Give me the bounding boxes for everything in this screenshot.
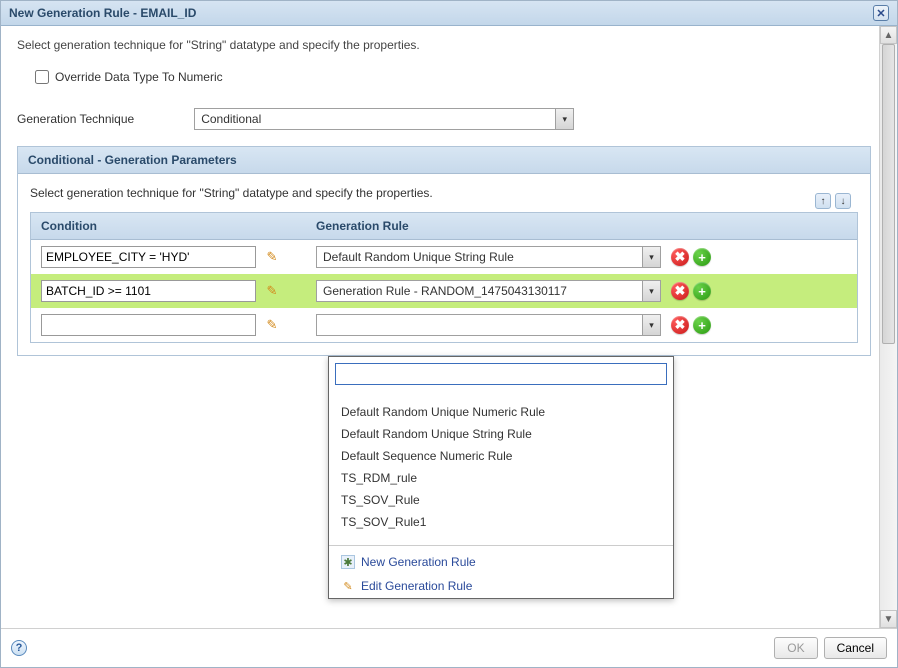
override-label: Override Data Type To Numeric — [55, 70, 223, 84]
override-row: Override Data Type To Numeric — [35, 70, 871, 84]
dropdown-option[interactable]: Default Random Unique Numeric Rule — [329, 401, 673, 423]
vertical-scrollbar[interactable]: ▲ ▼ — [879, 26, 897, 628]
table-row: ✎ Default Random Unique String Rule ▾ ✖ … — [31, 240, 857, 274]
col-condition-header: Condition — [41, 219, 316, 233]
rule-select[interactable]: ▾ — [316, 314, 661, 336]
row-actions: ✖ + — [671, 316, 711, 334]
dropdown-option[interactable]: Default Sequence Numeric Rule — [329, 445, 673, 467]
delete-row-button[interactable]: ✖ — [671, 282, 689, 300]
scroll-up-icon[interactable]: ▲ — [880, 26, 897, 44]
dropdown-options-list: Default Random Unique Numeric Rule Defau… — [329, 391, 673, 541]
help-button[interactable]: ? — [11, 640, 27, 656]
condition-input[interactable] — [41, 280, 256, 302]
chevron-down-icon: ▾ — [555, 109, 573, 129]
table-header: Condition Generation Rule — [31, 213, 857, 240]
dropdown-search-input[interactable] — [335, 363, 667, 385]
panel-title: Conditional - Generation Parameters — [18, 147, 870, 174]
condition-input[interactable] — [41, 314, 256, 336]
titlebar: New Generation Rule - EMAIL_ID ✕ — [1, 1, 897, 26]
add-row-button[interactable]: + — [693, 248, 711, 266]
new-rule-label: New Generation Rule — [361, 555, 476, 569]
row-actions: ✖ + — [671, 248, 711, 266]
chevron-down-icon: ▾ — [642, 315, 660, 335]
footer-buttons: OK Cancel — [774, 637, 887, 659]
close-button[interactable]: ✕ — [873, 5, 889, 21]
dropdown-option[interactable]: TS_SOV_Rule — [329, 489, 673, 511]
dropdown-separator — [329, 545, 673, 546]
delete-row-button[interactable]: ✖ — [671, 316, 689, 334]
rule-value: Default Random Unique String Rule — [317, 250, 642, 264]
chevron-down-icon: ▾ — [642, 281, 660, 301]
condition-input[interactable] — [41, 246, 256, 268]
dropdown-option[interactable]: Default Random Unique String Rule — [329, 423, 673, 445]
rule-value: Generation Rule - RANDOM_1475043130117 — [317, 284, 642, 298]
panel-intro: Select generation technique for "String"… — [30, 186, 858, 200]
dialog-footer: ? OK Cancel — [1, 628, 897, 667]
scrollbar-thumb[interactable] — [882, 44, 895, 344]
move-down-icon[interactable]: ↓ — [835, 193, 851, 209]
add-row-button[interactable]: + — [693, 316, 711, 334]
table-row: ✎ Generation Rule - RANDOM_1475043130117… — [31, 274, 857, 308]
panel-body: Select generation technique for "String"… — [18, 174, 870, 355]
dropdown-option[interactable]: TS_RDM_rule — [329, 467, 673, 489]
add-row-button[interactable]: + — [693, 282, 711, 300]
override-checkbox[interactable] — [35, 70, 49, 84]
rule-select[interactable]: Generation Rule - RANDOM_1475043130117 ▾ — [316, 280, 661, 302]
intro-text: Select generation technique for "String"… — [17, 38, 871, 52]
row-actions: ✖ + — [671, 282, 711, 300]
pencil-icon[interactable]: ✎ — [264, 249, 280, 265]
technique-value: Conditional — [195, 112, 555, 126]
ok-button[interactable]: OK — [774, 637, 817, 659]
technique-label: Generation Technique — [17, 112, 134, 126]
edit-rule-action[interactable]: ✎ Edit Generation Rule — [329, 574, 673, 598]
pencil-icon: ✎ — [341, 579, 355, 593]
chevron-down-icon: ▾ — [642, 247, 660, 267]
move-up-icon[interactable]: ↑ — [815, 193, 831, 209]
pencil-icon[interactable]: ✎ — [264, 283, 280, 299]
new-rule-action[interactable]: ✱ New Generation Rule — [329, 550, 673, 574]
dialog-title: New Generation Rule - EMAIL_ID — [9, 6, 196, 20]
scroll-down-icon[interactable]: ▼ — [880, 610, 897, 628]
new-rule-icon: ✱ — [341, 555, 355, 569]
edit-rule-label: Edit Generation Rule — [361, 579, 472, 593]
conditions-table: ↑ ↓ Condition Generation Rule ✎ Default … — [30, 212, 858, 343]
cancel-button[interactable]: Cancel — [824, 637, 887, 659]
col-generation-header: Generation Rule — [316, 219, 847, 233]
delete-row-button[interactable]: ✖ — [671, 248, 689, 266]
table-row: ✎ ▾ ✖ + — [31, 308, 857, 342]
parameters-panel: Conditional - Generation Parameters Sele… — [17, 146, 871, 356]
technique-select[interactable]: Conditional ▾ — [194, 108, 574, 130]
technique-row: Generation Technique Conditional ▾ — [17, 108, 871, 130]
rule-dropdown: Default Random Unique Numeric Rule Defau… — [328, 356, 674, 599]
dropdown-option[interactable]: TS_SOV_Rule1 — [329, 511, 673, 533]
rule-select[interactable]: Default Random Unique String Rule ▾ — [316, 246, 661, 268]
panel-nav-icons: ↑ ↓ — [815, 193, 851, 209]
pencil-icon[interactable]: ✎ — [264, 317, 280, 333]
